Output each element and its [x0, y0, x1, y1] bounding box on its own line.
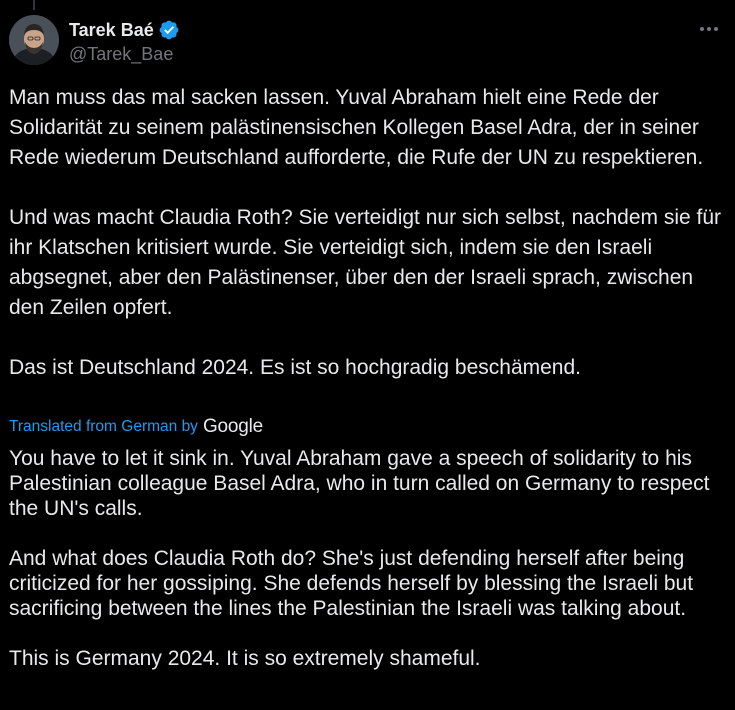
translated-paragraph: And what does Claudia Roth do? She's jus… [9, 547, 694, 620]
avatar[interactable] [9, 15, 59, 65]
tweet-original-text: Man muss das mal sacken lassen. Yuval Ab… [9, 83, 721, 383]
translated-from-label: Translated from German by [9, 418, 198, 435]
translated-paragraph: This is Germany 2024. It is so extremely… [9, 647, 481, 670]
original-paragraph: Und was macht Claudia Roth? Sie verteidi… [9, 206, 722, 319]
author-display-name[interactable]: Tarek Baé [69, 20, 154, 41]
translation-attribution-link[interactable]: Translated from German by Google [9, 415, 263, 439]
author-info: Tarek Baé @Tarek_Bae [69, 18, 180, 65]
original-paragraph: Man muss das mal sacken lassen. Yuval Ab… [9, 86, 704, 169]
author-handle[interactable]: @Tarek_Bae [69, 44, 180, 65]
tweet-header: Tarek Baé @Tarek_Bae [9, 15, 723, 67]
original-paragraph: Das ist Deutschland 2024. Es ist so hoch… [9, 356, 581, 379]
more-horizontal-icon [700, 27, 718, 31]
more-options-button[interactable] [695, 19, 723, 39]
avatar-image [9, 15, 59, 65]
translated-paragraph: You have to let it sink in. Yuval Abraha… [9, 447, 710, 520]
thread-connector-line [33, 0, 35, 10]
google-logo: Google [202, 416, 264, 437]
verified-badge-icon[interactable] [158, 19, 180, 41]
tweet-translated-text: You have to let it sink in. Yuval Abraha… [9, 446, 724, 696]
name-row: Tarek Baé [69, 18, 180, 42]
